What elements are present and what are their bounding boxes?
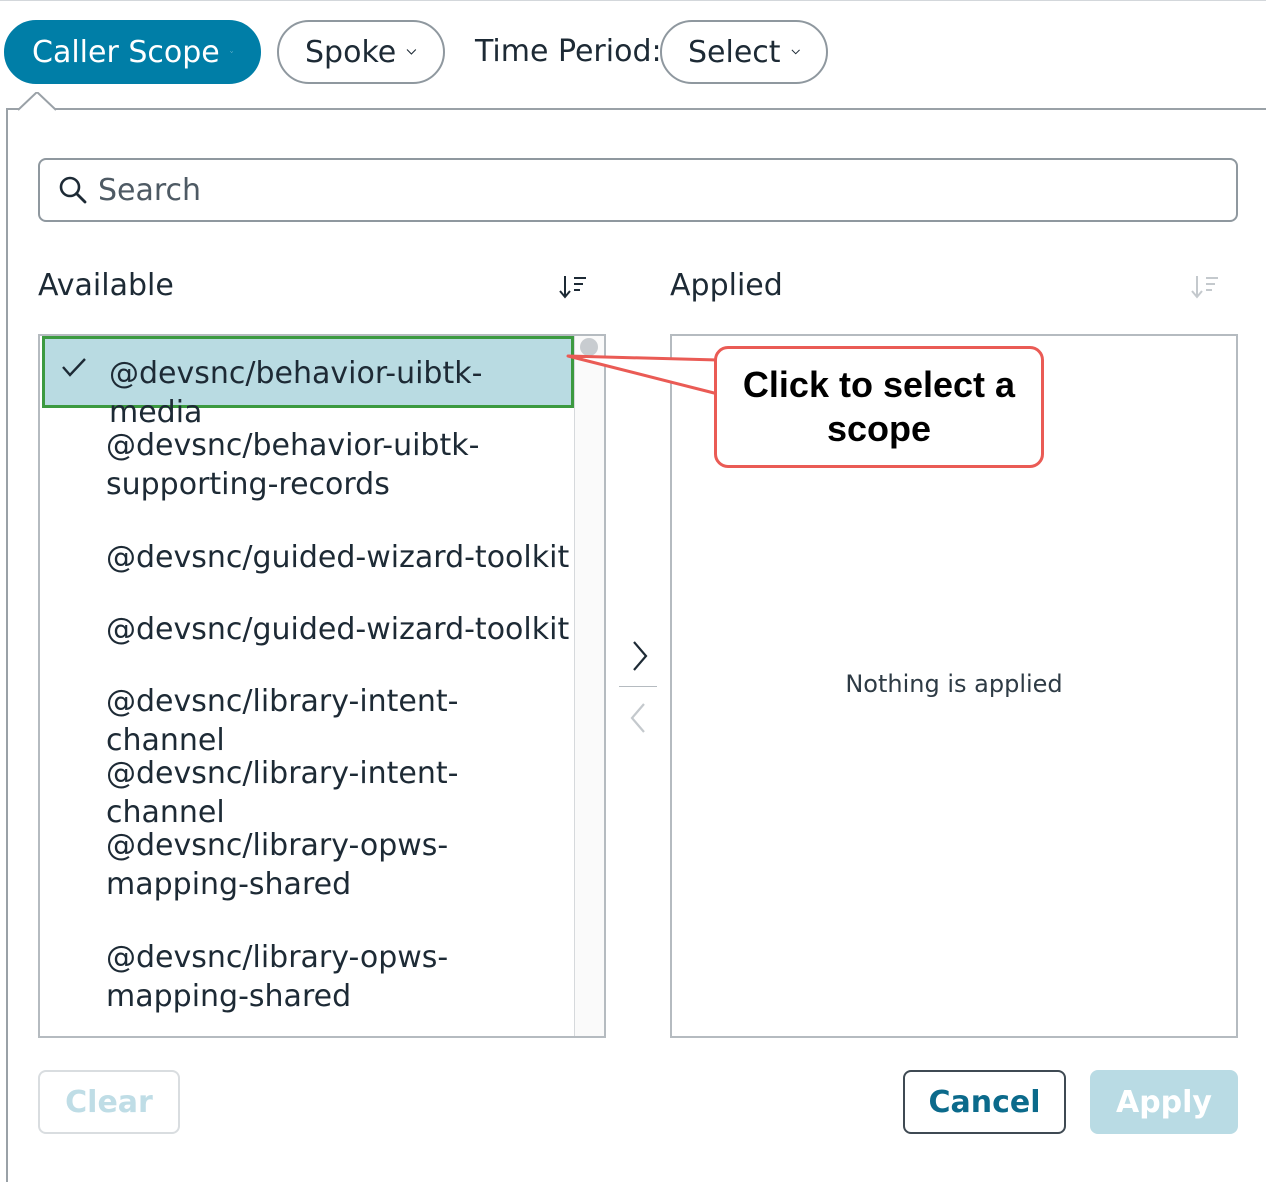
applied-heading: Applied <box>670 268 783 303</box>
spoke-filter-button[interactable]: Spoke <box>277 20 445 84</box>
sort-icon <box>1191 276 1218 299</box>
list-item-label: @devsnc/behavior-uibtk- <box>106 428 480 463</box>
time-period-value: Select <box>688 34 781 70</box>
list-item-label: @devsnc/behavior-uibtk-media <box>109 356 483 430</box>
list-item-label: @devsnc/library-intent-channel <box>106 756 459 830</box>
list-item-label: @devsnc/library-opws- <box>106 940 449 975</box>
available-heading: Available <box>38 268 174 303</box>
move-left-icon[interactable] <box>622 698 656 738</box>
top-divider <box>0 0 1266 4</box>
list-item-label: mapping-shared <box>106 979 352 1014</box>
popover-pointer <box>18 92 56 111</box>
move-divider <box>619 686 657 687</box>
list-item-label: @devsnc/guided-wizard-toolkit <box>106 540 570 575</box>
checkmark-icon <box>62 358 86 377</box>
move-right-icon[interactable] <box>622 636 656 676</box>
empty-message: Nothing is applied <box>845 670 1063 698</box>
callout-text-line: scope <box>826 408 932 449</box>
scrollbar[interactable] <box>574 336 604 1036</box>
caller-scope-label: Caller Scope <box>32 34 220 70</box>
list-item[interactable]: @devsnc/guided-wizard-toolkit <box>42 610 574 649</box>
list-item[interactable]: @devsnc/behavior-uibtk- supporting-recor… <box>42 426 574 504</box>
list-item-label: mapping-shared <box>106 867 352 902</box>
list-item[interactable]: @devsnc/behavior-uibtk-media <box>42 336 574 430</box>
search-icon <box>59 176 87 204</box>
spoke-label: Spoke <box>305 34 397 70</box>
list-item[interactable]: @devsnc/library-opws- mapping-shared <box>42 938 574 1016</box>
list-item[interactable]: @devsnc/guided-wizard-toolkit <box>42 538 574 577</box>
list-item-label: @devsnc/library-intent-channel <box>106 684 459 758</box>
chevron-down-icon <box>406 49 417 55</box>
sort-icon[interactable] <box>558 272 588 302</box>
available-list: @devsnc/behavior-uibtk-media @devsnc/beh… <box>38 334 606 1038</box>
clear-button[interactable]: Clear <box>38 1070 180 1134</box>
caller-scope-filter-button[interactable]: Caller Scope <box>4 20 261 84</box>
list-item-label: @devsnc/guided-wizard-toolkit <box>106 612 570 647</box>
time-period-select[interactable]: Select <box>660 20 828 84</box>
search-input[interactable] <box>98 172 1198 208</box>
chevron-down-icon <box>791 49 800 55</box>
list-item[interactable]: @devsnc/library-intent-channel <box>42 682 574 760</box>
callout-annotation: Click to select a scope <box>714 346 1044 468</box>
callout-pointer <box>566 354 720 396</box>
list-item[interactable]: @devsnc/library-intent-channel <box>42 754 574 832</box>
callout-text-line: Click to select a <box>742 364 1016 405</box>
list-item-label: @devsnc/library-opws- <box>106 828 449 863</box>
list-item-label: supporting-records <box>106 467 390 502</box>
scope-search[interactable] <box>38 158 1238 222</box>
apply-button[interactable]: Apply <box>1090 1070 1238 1134</box>
time-period-label: Time Period: <box>475 34 662 69</box>
chevron-down-icon <box>229 51 233 53</box>
list-item[interactable]: @devsnc/library-opws- mapping-shared <box>42 826 574 904</box>
cancel-button[interactable]: Cancel <box>903 1070 1066 1134</box>
